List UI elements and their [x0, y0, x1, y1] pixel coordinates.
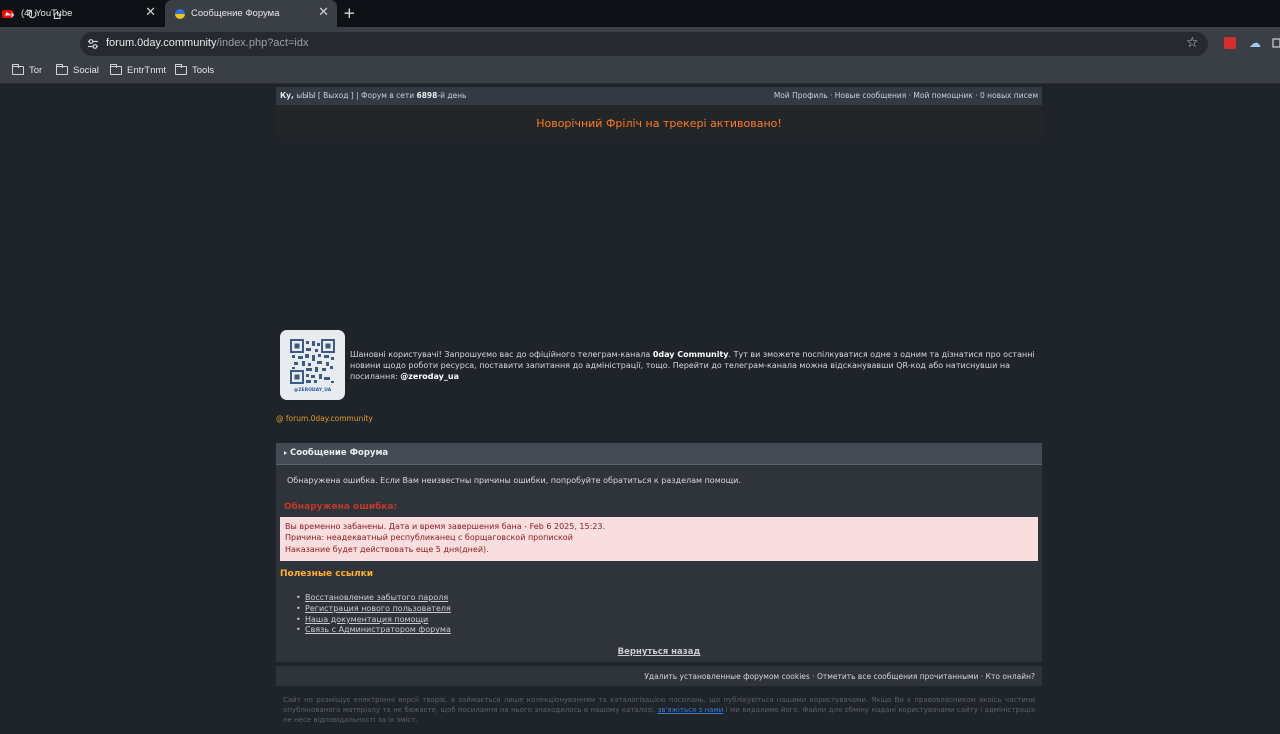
qr-caption: @ZERODAY_UA [293, 388, 332, 393]
telegram-qr-code[interactable]: @ZERODAY_UA [280, 330, 345, 400]
extension-icon[interactable] [1224, 37, 1236, 49]
site-link[interactable]: @ forum.0day.community [276, 414, 373, 423]
useful-links-list: Восстановление забытого пароля Регистрац… [296, 593, 451, 636]
online-days: 6898 [416, 91, 438, 100]
bookmark-folder-social[interactable]: Social [55, 64, 99, 76]
telegram-handle-link[interactable]: @zeroday_ua [400, 372, 459, 381]
url-text[interactable]: forum.0day.community/index.php?act=idx [106, 37, 309, 49]
my-assistant-link[interactable]: Мой помощник [913, 91, 972, 100]
user-nav: Мой Профиль · Новые сообщения · Мой помо… [773, 91, 1038, 100]
help-docs-link[interactable]: Наша документация помощи [296, 615, 451, 626]
bookmark-star-icon[interactable]: ☆ [1186, 35, 1199, 51]
user-greeting: Ку, ыЫЫ [ Выход ] | Форум в сети 6898-й … [280, 91, 466, 100]
bookmark-label: Tools [192, 65, 215, 76]
greeting-text: Ку, [280, 91, 294, 100]
cloud-extension-icon[interactable]: ☁ [1249, 36, 1261, 50]
telegram-channel-name: 0day Community [652, 350, 729, 359]
site-settings-icon[interactable] [87, 38, 99, 50]
triangle-right-icon [284, 451, 287, 455]
ukraine-flag-icon [175, 8, 185, 19]
telegram-text-part: Шановні користувачі! Запрошуємо вас до о… [350, 350, 653, 359]
forward-arrow-icon[interactable]: → [4, 8, 15, 24]
logout-link[interactable]: Выход [323, 91, 348, 100]
close-icon[interactable]: ✕ [145, 6, 156, 20]
bookmark-label: EntrTnmt [127, 65, 167, 76]
folder-icon [109, 64, 122, 75]
ban-duration-line: Наказание будет действовать еще 5 дня(дн… [285, 544, 489, 554]
error-box: Вы временно забанены. Дата и время завер… [280, 517, 1038, 561]
bookmark-folder-entrtnmt[interactable]: EntrTnmt [109, 64, 167, 76]
bookmark-label: Social [73, 65, 99, 76]
go-back-link[interactable]: Вернуться назад [276, 647, 1042, 657]
username-link[interactable]: ыЫЫ [296, 91, 315, 100]
new-messages-link[interactable]: 0 новых писем [980, 91, 1038, 100]
tab-youtube[interactable]: (4) YouTube ✕ [0, 0, 164, 27]
user-bar: Ку, ыЫЫ [ Выход ] | Форум в сети 6898-й … [276, 87, 1042, 105]
ban-reason-line: Причина: неадекватный республиканец с бо… [285, 533, 573, 543]
announcement-banner: Новорічний Фріліч на трекері активовано! [276, 105, 1042, 137]
url-host: forum.0day.community [106, 37, 217, 49]
bookmark-folder-tor[interactable]: Tor [11, 64, 43, 76]
contact-us-link[interactable]: зв'яжіться з нами [658, 706, 724, 714]
tab-forum-message[interactable]: Сообщение Форума ✕ [165, 0, 337, 27]
new-tab-plus-icon[interactable]: + [343, 4, 356, 22]
telegram-invite-text: Шановні користувачі! Запрошуємо вас до о… [350, 349, 1035, 382]
online-days-suffix: -й день [437, 91, 467, 100]
close-icon[interactable]: ✕ [318, 6, 329, 20]
footer-bar: Удалить установленные форумом cookies · … [276, 666, 1042, 686]
message-panel-title: Сообщение Форума [290, 448, 389, 458]
home-icon[interactable]: ⌂ [53, 8, 61, 24]
reload-icon[interactable]: ↻ [27, 8, 38, 24]
bookmark-label: Tor [29, 65, 43, 76]
new-posts-link[interactable]: Новые сообщения [835, 91, 906, 100]
error-title: Обнаружена ошибка: [284, 502, 398, 512]
tab-title: Сообщение Форума [191, 8, 280, 19]
recover-password-link[interactable]: Восстановление забытого пароля [296, 593, 451, 604]
url-path: /index.php?act=idx [216, 37, 309, 49]
bookmark-folder-tools[interactable]: Tools [174, 64, 215, 76]
ban-end-line: Вы временно забанены. Дата и время завер… [285, 522, 606, 531]
error-intro-text: Обнаружена ошибка. Если Вам неизвестны п… [287, 476, 741, 485]
my-profile-link[interactable]: Мой Профиль [774, 91, 828, 100]
message-panel-header: Сообщение Форума [276, 443, 1042, 465]
online-text: ] | Форум в сети [348, 91, 417, 100]
extension-puzzle-icon[interactable] [1272, 36, 1280, 50]
footer-links[interactable]: Удалить установленные форумом cookies · … [644, 672, 1035, 681]
useful-links-title: Полезные ссылки [280, 569, 374, 579]
announcement-text: Новорічний Фріліч на трекері активовано! [536, 117, 782, 130]
folder-icon [11, 64, 24, 75]
qr-code-icon [290, 339, 335, 384]
register-link[interactable]: Регистрация нового пользователя [296, 604, 451, 615]
footer-disclaimer: Сайт не розміщує електронні версії творі… [283, 695, 1035, 725]
contact-admin-link[interactable]: Связь с Администратором форума [296, 625, 451, 636]
folder-icon [174, 64, 187, 75]
folder-icon [55, 64, 68, 75]
